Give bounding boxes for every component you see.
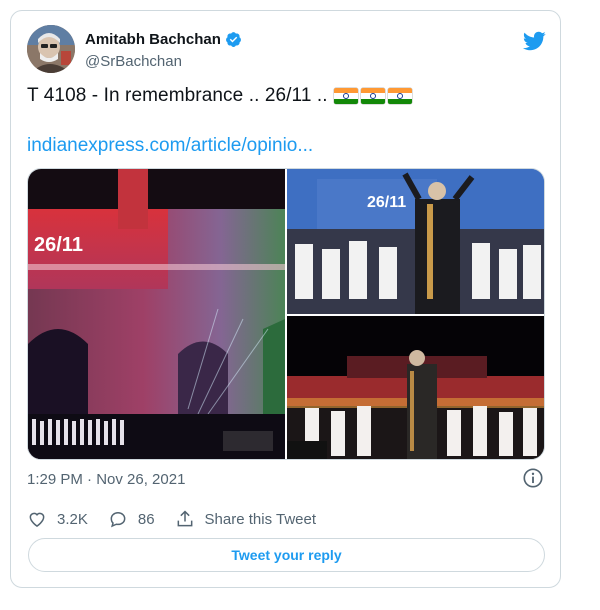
tweet-card: Amitabh Bachchan @SrBachchan T 4108 - In… [10,10,561,588]
flag-emojis [333,88,412,104]
share-icon [177,510,192,527]
like-count: 3.2K [57,510,88,528]
india-flag-icon [387,88,412,104]
twitter-bird-icon[interactable] [522,29,546,53]
tweet-text-body: T 4108 - In remembrance .. 26/11 .. [27,85,328,106]
share-label: Share this Tweet [204,510,316,528]
heart-icon [29,512,45,527]
gateway-of-india-tricolor-photo[interactable]: 26/11 [28,169,285,459]
reply-icon [110,511,126,528]
like-button[interactable]: 3.2K [27,509,88,529]
reply-button[interactable]: 86 [108,509,155,529]
user-handle[interactable]: @SrBachchan [85,53,182,70]
name-row: Amitabh Bachchan [85,31,242,48]
india-flag-icon [360,88,385,104]
tweet-your-reply-button[interactable]: Tweet your reply [28,538,545,572]
article-link[interactable]: indianexpress.com/article/opinio... [27,135,313,157]
night-tribute-stage-photo[interactable] [287,316,544,459]
verified-icon [225,31,242,48]
overlay-text: 26/11 [367,194,406,211]
display-name[interactable]: Amitabh Bachchan [85,31,221,48]
tweet-text: T 4108 - In remembrance .. 26/11 .. [27,85,412,107]
india-flag-icon [333,88,358,104]
overlay-text: 26/11 [34,234,83,256]
share-button[interactable]: Share this Tweet [175,509,316,529]
reply-count: 86 [137,510,155,528]
tweet-timestamp[interactable]: 1:29 PM · Nov 26, 2021 [27,471,185,488]
media-grid: 26/11 26/11 [27,168,545,460]
performers-stage-photo[interactable]: 26/11 [287,169,544,314]
tweet-header: Amitabh Bachchan @SrBachchan [27,25,546,83]
avatar[interactable] [27,25,75,73]
tweet-actions: 3.2K 86 Share this Tweet [27,509,336,529]
info-icon[interactable] [522,467,544,489]
